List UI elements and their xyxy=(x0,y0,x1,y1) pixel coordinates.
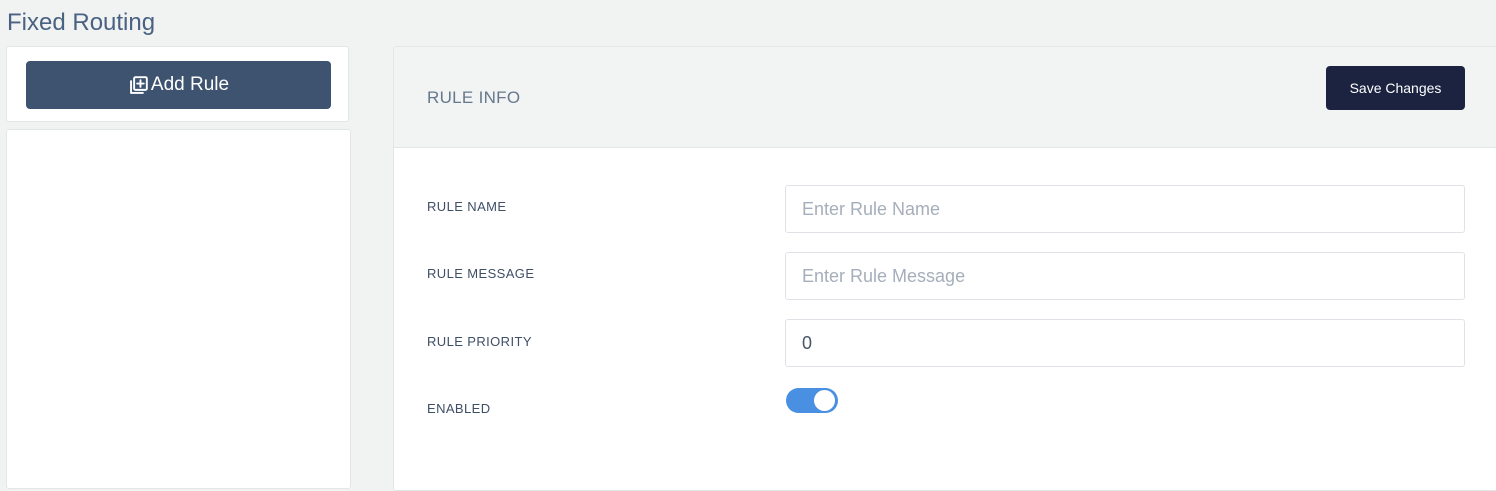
rule-name-label: RULE NAME xyxy=(427,199,507,214)
panel-header: RULE INFO Save Changes xyxy=(394,47,1496,148)
panel-title: RULE INFO xyxy=(427,88,521,107)
rule-priority-label: RULE PRIORITY xyxy=(427,334,532,349)
add-to-queue-icon xyxy=(130,75,148,94)
page-title: Fixed Routing xyxy=(7,9,156,36)
rule-list xyxy=(6,129,351,489)
rule-priority-input[interactable] xyxy=(785,319,1465,367)
sidebar-actions-card: Add Rule xyxy=(6,46,349,122)
rule-message-input[interactable] xyxy=(785,252,1465,300)
rule-message-label: RULE MESSAGE xyxy=(427,266,535,281)
add-rule-label: Add Rule xyxy=(150,74,230,95)
save-changes-button[interactable]: Save Changes xyxy=(1326,66,1465,110)
toggle-knob xyxy=(814,390,835,411)
rule-info-panel: RULE INFO Save Changes RULE NAME RULE ME… xyxy=(393,46,1496,491)
rule-name-input[interactable] xyxy=(785,185,1465,233)
enabled-label: ENABLED xyxy=(427,401,491,416)
enabled-toggle[interactable] xyxy=(786,388,838,413)
add-rule-button[interactable]: Add Rule xyxy=(26,61,331,109)
